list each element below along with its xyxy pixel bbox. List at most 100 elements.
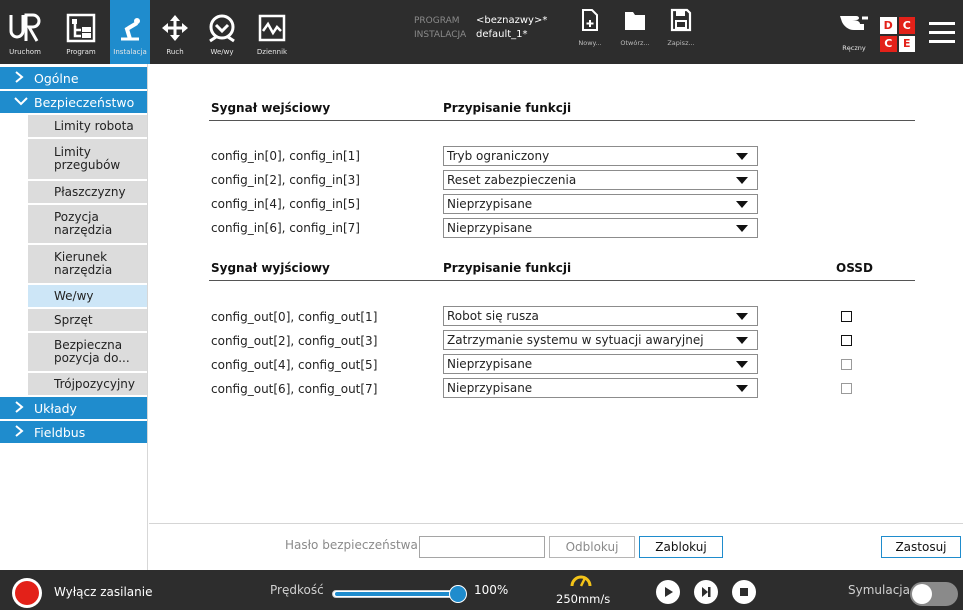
- sidebar-item-robot-limits[interactable]: Limity robota: [28, 115, 147, 139]
- input-signal-label: config_in[0], config_in[1]: [211, 149, 360, 163]
- sidebar: Ogólne Bezpieczeństwo Limity robota Limi…: [0, 64, 148, 570]
- dropdown-value: Tryb ograniczony: [447, 149, 550, 163]
- folder-icon: [623, 8, 647, 36]
- speed-slider-knob[interactable]: [449, 585, 467, 603]
- output-signal-label: config_out[4], config_out[5]: [211, 358, 378, 372]
- dcce-d: D: [880, 17, 897, 34]
- dropdown-value: Nieprzypisane: [447, 197, 533, 211]
- sidebar-category-fieldbus[interactable]: Fieldbus: [0, 421, 147, 445]
- sidebar-item-label: Bezpieczna pozycja do...: [54, 338, 130, 365]
- ossd-header: OSSD: [836, 261, 873, 275]
- ossd-checkbox[interactable]: [841, 335, 852, 346]
- power-indicator-icon: [15, 581, 39, 605]
- lock-button[interactable]: Zablokuj: [639, 536, 723, 558]
- speed-slider-fill: [335, 592, 459, 596]
- output-function-dropdown[interactable]: Nieprzypisane: [443, 354, 758, 374]
- sidebar-item-label: Pozycja narzędzia: [54, 210, 113, 237]
- simulation-toggle-knob: [912, 584, 932, 604]
- dcce-c1: C: [898, 17, 915, 34]
- sidebar-item-joint-limits[interactable]: Limity przegubów: [28, 139, 147, 181]
- input-function-header: Przypisanie funkcji: [443, 101, 572, 115]
- speed-slider[interactable]: [332, 585, 467, 603]
- nav-run-label: Uruchom: [9, 48, 41, 56]
- sidebar-category-label: Bezpieczeństwo: [34, 94, 135, 110]
- power-label: Wyłącz zasilanie: [54, 585, 153, 599]
- sidebar-category-label: Układy: [34, 400, 77, 416]
- input-signal-header: Sygnał wejściowy: [211, 101, 331, 115]
- ossd-checkbox[interactable]: [841, 311, 852, 322]
- password-input[interactable]: [419, 536, 545, 558]
- output-function-dropdown[interactable]: Zatrzymanie systemu w sytuacji awaryjnej: [443, 330, 758, 350]
- nav-run-button[interactable]: Uruchom: [0, 0, 50, 64]
- chevron-right-icon: [14, 400, 28, 416]
- speed-label: Prędkość: [270, 583, 324, 597]
- nav-log-button[interactable]: Dziennik: [252, 0, 292, 64]
- play-icon: [665, 587, 673, 597]
- input-signal-label: config_in[2], config_in[3]: [211, 173, 360, 187]
- ur-logo-icon: [8, 10, 42, 46]
- top-header: Uruchom Program Instalacja Ruch We/wy Dz…: [0, 0, 963, 64]
- unlock-button[interactable]: Odblokuj: [549, 536, 635, 558]
- sidebar-item-tool-position[interactable]: Pozycja narzędzia: [28, 205, 147, 245]
- move-icon: [160, 10, 190, 46]
- dropdown-arrow-icon: [736, 225, 748, 232]
- sidebar-category-label: Fieldbus: [34, 424, 86, 440]
- sidebar-item-label: Limity przegubów: [54, 145, 121, 172]
- password-bar: Hasło bezpieczeństwa Odblokuj Zablokuj Z…: [149, 523, 963, 570]
- dropdown-arrow-icon: [736, 361, 748, 368]
- step-icon: [702, 587, 711, 597]
- nav-io-label: We/wy: [210, 48, 234, 56]
- safety-io-panel: Sygnał wejściowy Przypisanie funkcji con…: [149, 64, 963, 570]
- new-file-button[interactable]: Nowy...: [567, 8, 613, 47]
- ossd-checkbox-disabled: [841, 383, 852, 394]
- dcce-c2: C: [880, 35, 897, 52]
- play-button[interactable]: [656, 580, 680, 604]
- sidebar-category-general[interactable]: Ogólne: [0, 67, 147, 91]
- simulation-toggle[interactable]: [910, 582, 958, 606]
- mode-button[interactable]: Ręczny: [832, 8, 876, 52]
- new-file-icon: [581, 8, 599, 36]
- dcce-e: E: [898, 35, 915, 52]
- input-function-dropdown[interactable]: Tryb ograniczony: [443, 146, 758, 166]
- dcce-badge[interactable]: D C C E: [880, 17, 915, 52]
- input-signal-label: config_in[4], config_in[5]: [211, 197, 360, 211]
- save-file-button[interactable]: Zapisz...: [658, 8, 704, 47]
- nav-program-button[interactable]: Program: [56, 0, 106, 64]
- dropdown-arrow-icon: [736, 385, 748, 392]
- hamburger-icon: [929, 22, 955, 43]
- sidebar-item-planes[interactable]: Płaszczyzny: [28, 181, 147, 205]
- password-label: Hasło bezpieczeństwa: [285, 538, 418, 552]
- installation-icon: [115, 10, 145, 46]
- divider: [209, 120, 915, 121]
- hamburger-menu-button[interactable]: [925, 19, 959, 47]
- output-function-dropdown[interactable]: Nieprzypisane: [443, 378, 758, 398]
- output-signal-label: config_out[6], config_out[7]: [211, 382, 378, 396]
- dropdown-value: Robot się rusza: [447, 309, 539, 323]
- open-file-button[interactable]: Otwórz...: [612, 8, 658, 47]
- nav-move-button[interactable]: Ruch: [158, 0, 192, 64]
- nav-io-button[interactable]: We/wy: [200, 0, 244, 64]
- sidebar-item-hardware[interactable]: Sprzęt: [28, 309, 147, 333]
- divider: [209, 280, 915, 281]
- sidebar-item-io[interactable]: We/wy: [28, 285, 147, 309]
- stop-button[interactable]: [732, 580, 756, 604]
- nav-installation-label: Instalacja: [113, 48, 147, 56]
- input-function-dropdown[interactable]: Reset zabezpieczenia: [443, 170, 758, 190]
- dropdown-arrow-icon: [736, 153, 748, 160]
- apply-button[interactable]: Zastosuj: [881, 536, 961, 558]
- input-function-dropdown[interactable]: Nieprzypisane: [443, 194, 758, 214]
- power-button[interactable]: [12, 578, 42, 608]
- sidebar-item-three-position[interactable]: Trójpozycyjny: [28, 373, 147, 397]
- simulation-label: Symulacja: [848, 583, 910, 597]
- sidebar-item-safe-home[interactable]: Bezpieczna pozycja do...: [28, 333, 147, 373]
- output-function-dropdown[interactable]: Robot się rusza: [443, 306, 758, 326]
- sidebar-category-safety[interactable]: Bezpieczeństwo: [0, 91, 147, 115]
- nav-installation-button[interactable]: Instalacja: [110, 0, 150, 64]
- output-signal-header: Sygnał wyjściowy: [211, 261, 330, 275]
- input-function-dropdown[interactable]: Nieprzypisane: [443, 218, 758, 238]
- step-button[interactable]: [694, 580, 718, 604]
- sidebar-category-features[interactable]: Układy: [0, 397, 147, 421]
- sidebar-item-tool-direction[interactable]: Kierunek narzędzia: [28, 245, 147, 285]
- program-key: PROGRAM: [414, 16, 460, 26]
- bottom-footer: Wyłącz zasilanie Prędkość 100% 250mm/s S…: [0, 570, 963, 610]
